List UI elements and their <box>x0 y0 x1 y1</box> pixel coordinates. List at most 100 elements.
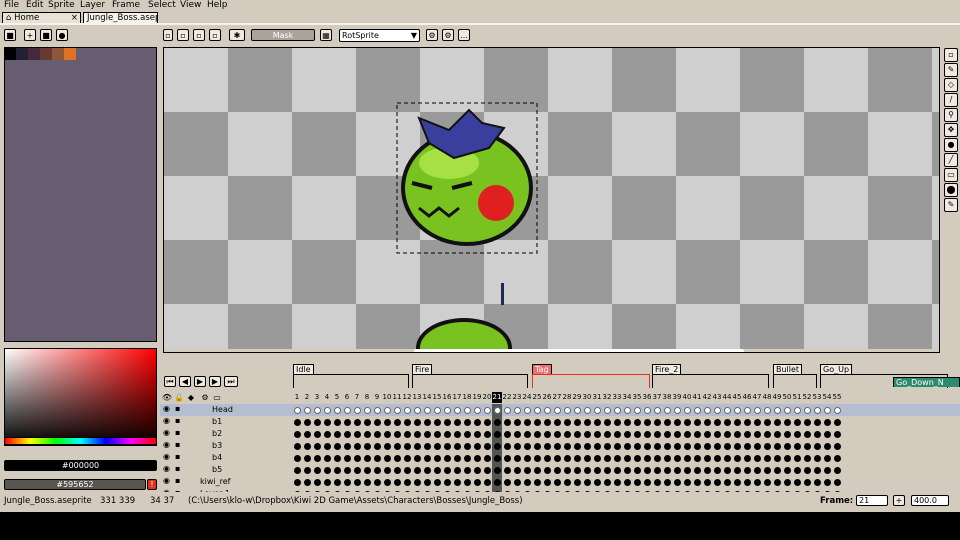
frame-cell[interactable] <box>352 416 362 428</box>
frame-cell[interactable] <box>292 464 302 476</box>
frame-cell[interactable] <box>412 476 422 488</box>
frame-cell[interactable] <box>622 452 632 464</box>
eyedropper-tool-icon[interactable]: / <box>944 93 958 107</box>
frame-cell[interactable] <box>512 404 522 416</box>
frame-cell[interactable] <box>562 404 572 416</box>
frame-number[interactable]: 43 <box>712 392 722 403</box>
frame-cell[interactable] <box>762 464 772 476</box>
horizontal-scrollbar[interactable] <box>164 349 939 352</box>
frame-cell[interactable] <box>542 428 552 440</box>
frame-cell[interactable] <box>432 452 442 464</box>
frame-number[interactable]: 50 <box>782 392 792 403</box>
frame-cell[interactable] <box>392 476 402 488</box>
frame-cell[interactable] <box>532 464 542 476</box>
brush-tool-icon[interactable]: ✎ <box>944 198 958 212</box>
foreground-color[interactable]: #000000 <box>4 460 157 471</box>
frame-cell[interactable] <box>332 404 342 416</box>
frame-cell[interactable] <box>502 476 512 488</box>
frame-cell[interactable] <box>392 428 402 440</box>
frame-cell[interactable] <box>572 428 582 440</box>
frame-cell[interactable] <box>442 416 452 428</box>
frame-cell[interactable] <box>462 440 472 452</box>
frame-cell[interactable] <box>792 416 802 428</box>
frame-cell[interactable] <box>312 464 322 476</box>
frame-cell[interactable] <box>572 404 582 416</box>
frame-cell[interactable] <box>812 416 822 428</box>
palette-swatch[interactable] <box>52 48 64 60</box>
frame-cell[interactable] <box>782 416 792 428</box>
frame-number[interactable]: 28 <box>562 392 572 403</box>
warning-icon[interactable]: ! <box>147 479 157 490</box>
frame-number[interactable]: 24 <box>522 392 532 403</box>
frame-cell[interactable] <box>372 440 382 452</box>
frame-cell[interactable] <box>622 428 632 440</box>
frame-cell[interactable] <box>642 464 652 476</box>
frame-cell[interactable] <box>752 416 762 428</box>
layer-row[interactable]: ◉ ▪ b5 <box>160 464 960 476</box>
frame-cell[interactable] <box>682 428 692 440</box>
frame-cell[interactable] <box>562 464 572 476</box>
color-picker[interactable] <box>4 348 157 446</box>
frame-cell[interactable] <box>782 404 792 416</box>
frame-cell[interactable] <box>642 404 652 416</box>
frame-cell[interactable] <box>432 416 442 428</box>
next-frame-icon[interactable]: ▶ <box>209 376 221 387</box>
marquee-tool-icon[interactable]: ▫ <box>944 48 958 62</box>
frame-cell[interactable] <box>462 464 472 476</box>
frame-cell[interactable] <box>372 416 382 428</box>
frame-cell[interactable] <box>402 476 412 488</box>
lock-layer-icon[interactable]: ▪ <box>175 440 180 449</box>
frame-cell[interactable] <box>832 476 842 488</box>
frame-cell[interactable] <box>312 428 322 440</box>
frame-cell[interactable] <box>492 404 502 416</box>
frame-cell[interactable] <box>592 464 602 476</box>
frame-cell[interactable] <box>362 428 372 440</box>
frame-number[interactable]: 36 <box>642 392 652 403</box>
frame-number[interactable]: 49 <box>772 392 782 403</box>
frame-number[interactable]: 30 <box>582 392 592 403</box>
frame-number[interactable]: 26 <box>542 392 552 403</box>
rect-tool-icon[interactable]: ▭ <box>944 168 958 182</box>
menu-layer[interactable]: Layer <box>80 0 105 11</box>
frame-cell[interactable] <box>652 464 662 476</box>
frame-number[interactable]: 53 <box>812 392 822 403</box>
frame-cell[interactable] <box>312 452 322 464</box>
frame-cell[interactable] <box>672 416 682 428</box>
stop-icon[interactable]: ■ <box>40 29 52 41</box>
frame-cell[interactable] <box>582 440 592 452</box>
tag-go-down[interactable]: Go_Down_N <box>893 377 960 387</box>
frame-cell[interactable] <box>522 440 532 452</box>
frame-cell[interactable] <box>752 440 762 452</box>
frame-cell[interactable] <box>382 452 392 464</box>
frame-cell[interactable] <box>482 416 492 428</box>
frame-number[interactable]: 31 <box>592 392 602 403</box>
frame-cell[interactable] <box>692 416 702 428</box>
frame-cell[interactable] <box>812 476 822 488</box>
palette-swatch[interactable] <box>28 48 40 60</box>
visibility-icon[interactable]: ◉ <box>163 464 170 473</box>
frame-number[interactable]: 45 <box>732 392 742 403</box>
frame-cell[interactable] <box>632 416 642 428</box>
frame-number[interactable]: 14 <box>422 392 432 403</box>
frame-cell[interactable] <box>522 416 532 428</box>
frame-cell[interactable] <box>502 416 512 428</box>
frame-cell[interactable] <box>402 416 412 428</box>
frame-cell[interactable] <box>642 452 652 464</box>
frame-cell[interactable] <box>512 428 522 440</box>
frame-cell[interactable] <box>742 452 752 464</box>
frame-cell[interactable] <box>562 476 572 488</box>
frame-cell[interactable] <box>832 452 842 464</box>
frame-cell[interactable] <box>772 404 782 416</box>
frame-cell[interactable] <box>812 464 822 476</box>
frame-cell[interactable] <box>612 476 622 488</box>
frame-cell[interactable] <box>832 428 842 440</box>
frame-cell[interactable] <box>382 464 392 476</box>
more-icon[interactable]: … <box>458 29 470 41</box>
frame-cell[interactable] <box>682 464 692 476</box>
frame-cell[interactable] <box>422 476 432 488</box>
frame-cell[interactable] <box>482 464 492 476</box>
frame-number[interactable]: 32 <box>602 392 612 403</box>
frame-cell[interactable] <box>772 440 782 452</box>
frame-cell[interactable] <box>382 416 392 428</box>
frame-cell[interactable] <box>382 428 392 440</box>
